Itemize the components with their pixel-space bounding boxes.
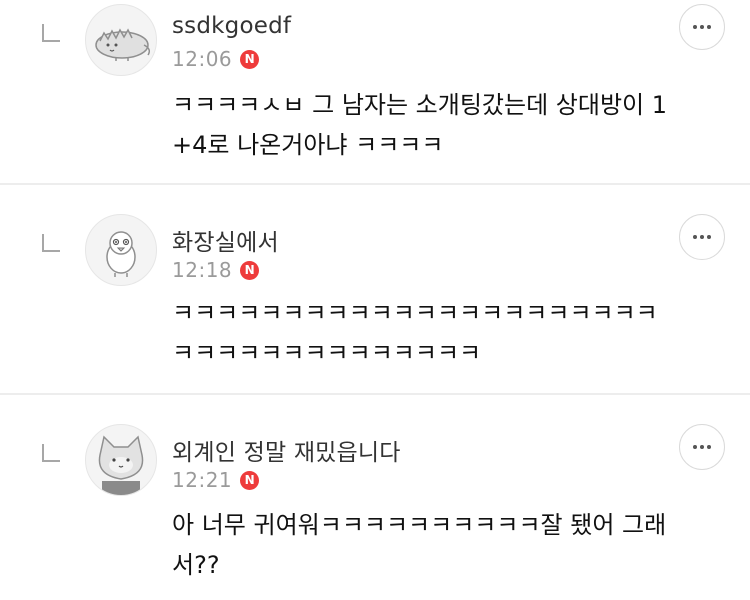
comment-text: 아 너무 귀여워ㅋㅋㅋㅋㅋㅋㅋㅋㅋㅋ잘 됐어 그래 서?? — [172, 511, 667, 579]
more-options-button[interactable] — [679, 4, 725, 50]
comment-time: 12:21 — [172, 468, 233, 492]
reply-arrow-icon — [42, 234, 60, 252]
reply-arrow-icon — [42, 24, 60, 42]
comment-time: 12:18 — [172, 258, 233, 282]
comment-item: ssdkgoedf 12:06 N ㅋㅋㅋㅋㅅㅂ 그 남자는 소개팅갔는데 상대… — [0, 0, 750, 184]
more-options-button[interactable] — [679, 214, 725, 260]
comment-thread: ssdkgoedf 12:06 N ㅋㅋㅋㅋㅅㅂ 그 남자는 소개팅갔는데 상대… — [0, 0, 750, 600]
bird-avatar-icon[interactable] — [85, 214, 157, 286]
cat-avatar-icon[interactable] — [85, 424, 157, 496]
more-options-button[interactable] — [679, 424, 725, 470]
comment-time: 12:06 — [172, 47, 233, 71]
new-badge: N — [240, 470, 260, 490]
comment-meta: 12:06 N — [172, 46, 260, 72]
comment-author[interactable]: ssdkgoedf — [172, 13, 291, 39]
new-badge: N — [240, 260, 260, 280]
comment-author[interactable]: 화장실에서 — [172, 223, 279, 257]
comment-item: 외계인 정말 재밌읍니다 12:21 N 아 너무 귀여워ㅋㅋㅋㅋㅋㅋㅋㅋㅋㅋ잘… — [0, 395, 750, 600]
comment-text: ㅋㅋㅋㅋㅅㅂ 그 남자는 소개팅갔는데 상대방이 1 +4로 나온거아냐 ㅋㅋㅋ… — [172, 91, 668, 159]
more-dots-icon — [693, 235, 711, 239]
new-badge: N — [240, 49, 260, 69]
comment-meta: 12:21 N — [172, 467, 260, 493]
more-dots-icon — [693, 25, 711, 29]
comment-text: ㅋㅋㅋㅋㅋㅋㅋㅋㅋㅋㅋㅋㅋㅋㅋㅋㅋㅋㅋㅋㅋㅋ ㅋㅋㅋㅋㅋㅋㅋㅋㅋㅋㅋㅋㅋㅋ — [172, 299, 658, 367]
comment-item: 화장실에서 12:18 N ㅋㅋㅋㅋㅋㅋㅋㅋㅋㅋㅋㅋㅋㅋㅋㅋㅋㅋㅋㅋㅋㅋ ㅋㅋㅋ… — [0, 185, 750, 395]
comment-meta: 12:18 N — [172, 257, 260, 283]
reply-arrow-icon — [42, 444, 60, 462]
more-dots-icon — [693, 445, 711, 449]
comment-author[interactable]: 외계인 정말 재밌읍니다 — [172, 433, 401, 467]
dinosaur-avatar-icon[interactable] — [85, 4, 157, 76]
